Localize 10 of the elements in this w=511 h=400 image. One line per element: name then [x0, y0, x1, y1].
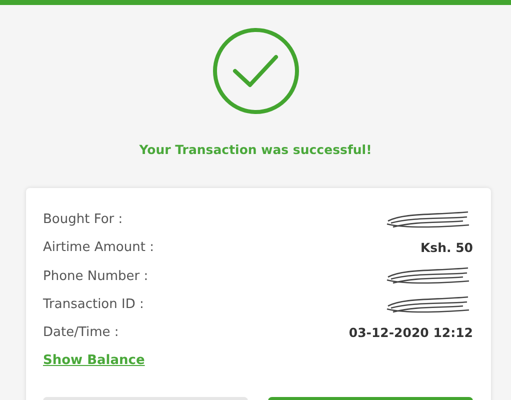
field-label: Date/Time : [43, 324, 119, 342]
success-message: Your Transaction was successful! [138, 141, 373, 159]
show-balance-link[interactable]: Show Balance [43, 353, 145, 368]
field-value: 03-12-2020 12:12 [348, 324, 473, 342]
checkmark-icon [212, 27, 300, 115]
field-label: Airtime Amount : [43, 239, 154, 258]
field-label: Phone Number : [43, 268, 148, 286]
field-label: Transaction ID : [43, 296, 144, 314]
field-value: Ksh. 50 [420, 238, 473, 257]
field-label: Bought For : [43, 211, 123, 230]
